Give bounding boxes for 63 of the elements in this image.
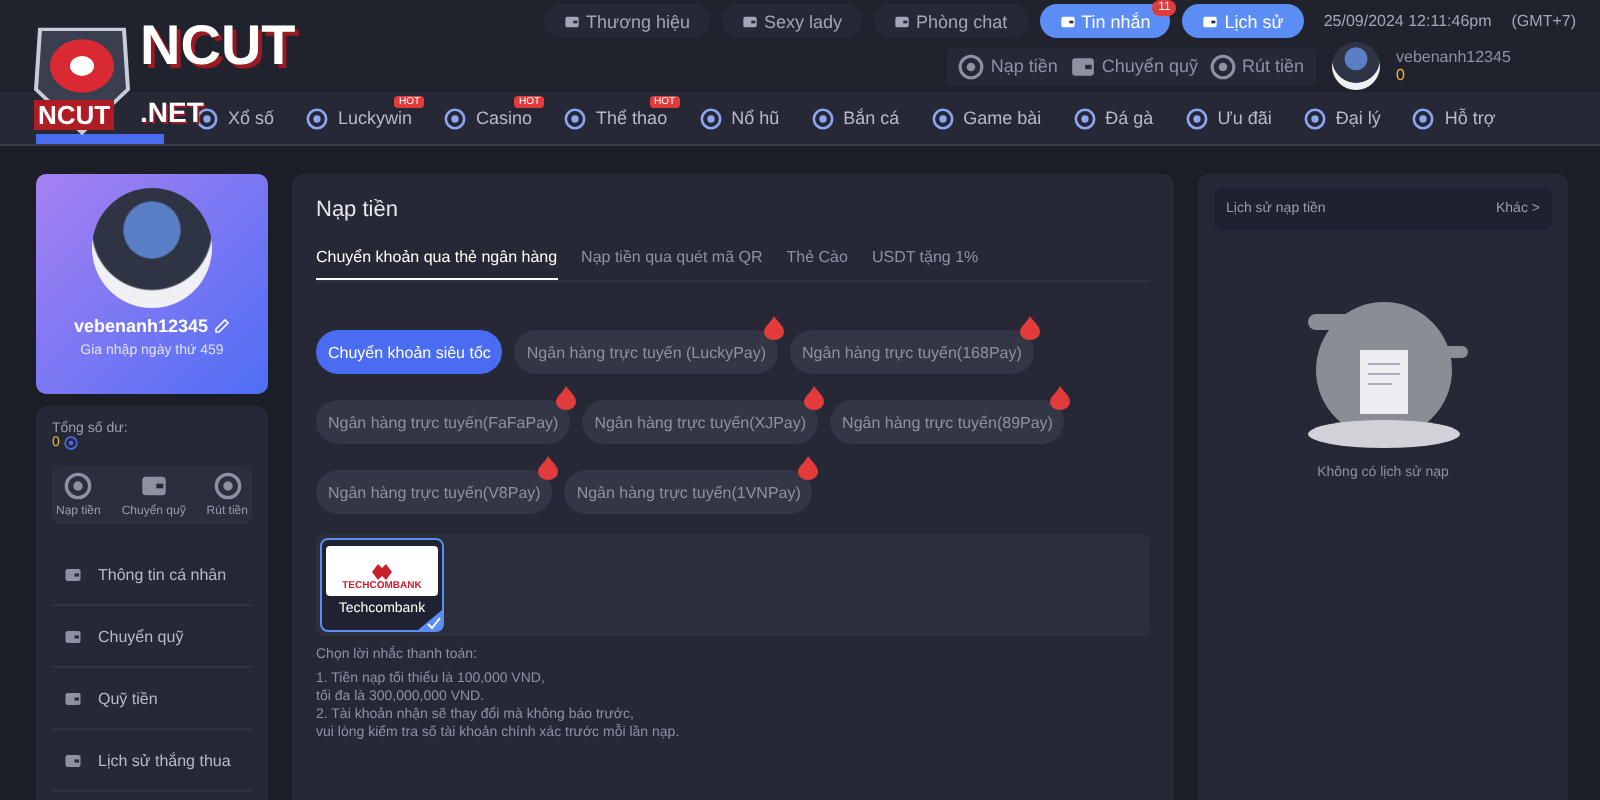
method-pill[interactable]: Ngân hàng trực tuyến(V8Pay) xyxy=(316,470,553,514)
timezone: (GMT+7) xyxy=(1511,12,1576,31)
menu-icon xyxy=(64,751,82,769)
coin-icon xyxy=(958,53,985,80)
method-pill[interactable]: Ngân hàng trực tuyến(FaFaPay) xyxy=(316,400,571,444)
nav-item[interactable]: Ưu đãi xyxy=(1185,107,1272,129)
nav-item[interactable]: Nổ hũ xyxy=(699,107,780,129)
menu-icon xyxy=(64,627,82,645)
top-link[interactable]: Thương hiệu xyxy=(544,4,711,39)
logo-domain: .NET xyxy=(140,96,204,128)
logo-text: NCUT xyxy=(140,16,296,76)
nav-item[interactable]: Đại lý xyxy=(1303,107,1381,129)
tab[interactable]: Chuyển khoản qua thẻ ngân hàng xyxy=(316,248,558,280)
profile-name: vebenanh12345 xyxy=(73,316,231,336)
menu-item[interactable]: Chuyển quỹ xyxy=(52,606,252,668)
wallet-icon xyxy=(139,472,168,500)
edit-icon[interactable] xyxy=(214,318,231,334)
top-link[interactable]: Sexy lady xyxy=(722,4,863,39)
logo-badge: NCUT xyxy=(34,100,115,130)
coin-icon xyxy=(64,472,93,500)
nav-icon xyxy=(564,107,587,129)
menu-item[interactable]: Lịch sử thắng thua xyxy=(52,730,252,792)
menu-icon xyxy=(64,565,82,583)
nav-item[interactable]: Casino xyxy=(444,107,533,129)
tab[interactable]: Thẻ Cào xyxy=(786,248,848,280)
nav-item[interactable]: Hỗ trợ xyxy=(1412,107,1496,129)
panel-title: Nạp tiền xyxy=(316,198,400,222)
nav-icon xyxy=(306,107,329,129)
wallet-action[interactable]: Nạp tiền xyxy=(958,53,1058,80)
nav-item[interactable]: Luckywin xyxy=(306,107,413,129)
nav-icon xyxy=(444,107,467,129)
nav-item[interactable]: Bắn cá xyxy=(811,107,900,129)
wallet-action[interactable]: Chuyển quỹ xyxy=(1069,53,1198,80)
nav-icon xyxy=(1185,107,1208,129)
balance-value: 0 xyxy=(1396,66,1407,85)
check-icon xyxy=(418,610,442,630)
menu-item[interactable]: Quỹ tiền xyxy=(52,668,252,730)
wallet-icon xyxy=(1069,53,1096,80)
nav-icon xyxy=(699,107,722,129)
tab[interactable]: USDT tặng 1% xyxy=(871,248,979,280)
datetime: 25/09/2024 12:11:46pm xyxy=(1323,12,1492,31)
method-pill[interactable]: Ngân hàng trực tuyến (LuckyPay) xyxy=(514,330,779,374)
nav-icon xyxy=(1073,107,1096,129)
tab[interactable]: Nạp tiền qua quét mã QR xyxy=(581,248,763,280)
method-pill[interactable]: Ngân hàng trực tuyến(XJPay) xyxy=(582,400,819,444)
nav-icon xyxy=(931,107,954,129)
top-link[interactable]: Phòng chat xyxy=(874,4,1028,39)
nav-icon xyxy=(811,107,834,129)
method-pill[interactable]: Ngân hàng trực tuyến(1VNPay) xyxy=(564,470,813,514)
wallet-action[interactable]: Rút tiền xyxy=(1209,53,1304,80)
avatar[interactable] xyxy=(1332,42,1380,91)
nav-icon xyxy=(1412,107,1435,129)
method-pill[interactable]: Ngân hàng trực tuyến(89Pay) xyxy=(830,400,1065,444)
nav-item[interactable]: Đá gà xyxy=(1073,107,1154,129)
method-pill[interactable]: Ngân hàng trực tuyến(168Pay) xyxy=(790,330,1034,374)
nav-item[interactable]: Thể thao xyxy=(564,107,668,129)
top-link[interactable]: Lịch sử xyxy=(1182,4,1304,39)
method-pill[interactable]: Chuyển khoản siêu tốc xyxy=(316,330,503,374)
nav-item[interactable]: Game bài xyxy=(931,107,1042,129)
menu-icon xyxy=(64,689,82,707)
menu-item[interactable]: Thông tin cá nhân xyxy=(52,544,252,606)
nav-icon xyxy=(1303,107,1326,129)
username: vebenanh12345 xyxy=(1396,48,1513,67)
